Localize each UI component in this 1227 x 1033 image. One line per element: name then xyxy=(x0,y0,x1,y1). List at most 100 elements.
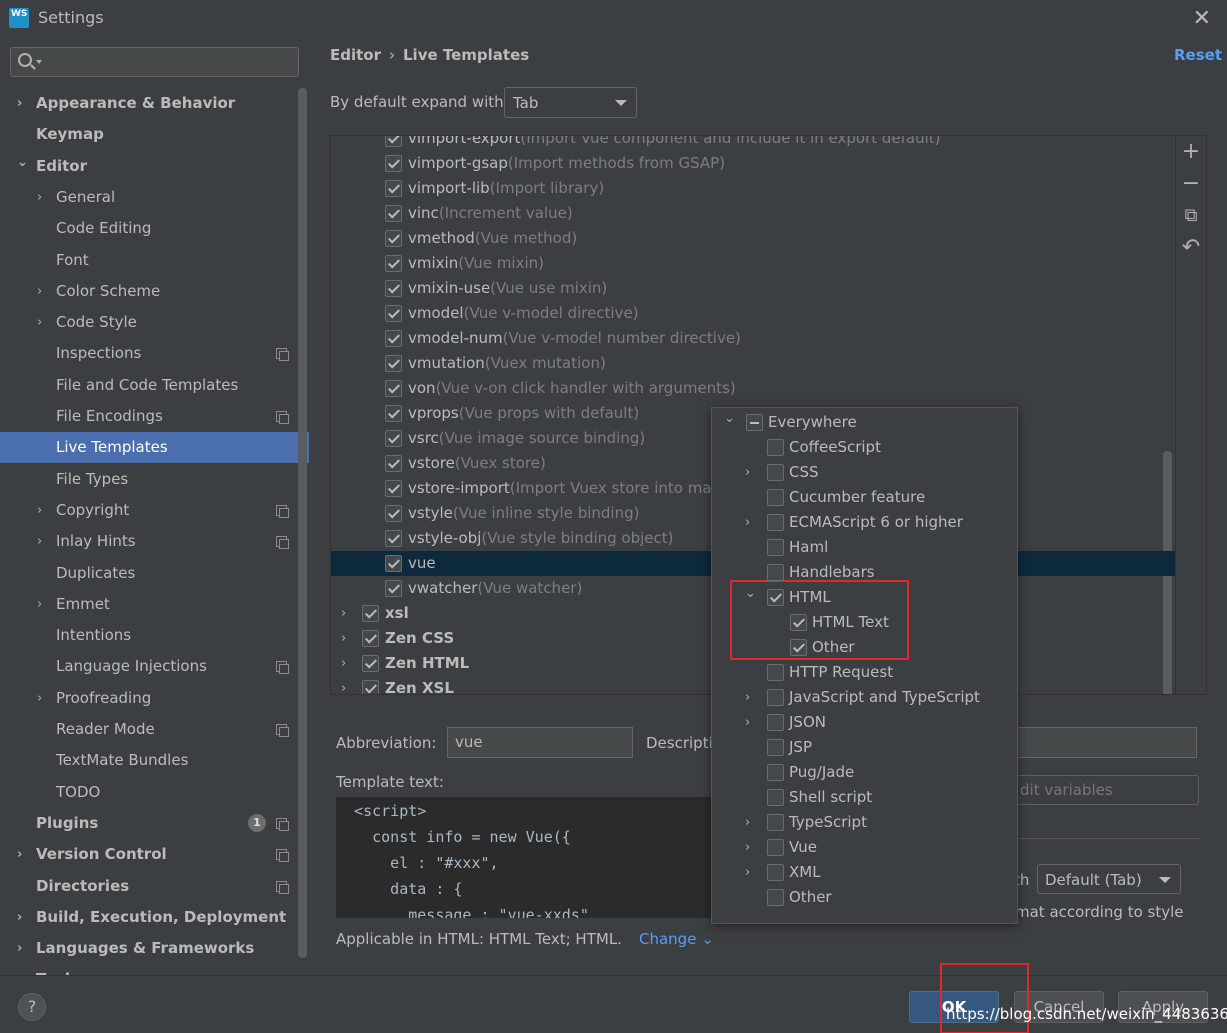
chevron-right-icon[interactable]: › xyxy=(37,307,49,338)
template-checkbox[interactable] xyxy=(385,430,402,447)
context-checkbox[interactable] xyxy=(767,689,784,706)
chevron-down-icon[interactable]: ⌄ xyxy=(17,147,29,178)
chevron-right-icon[interactable]: › xyxy=(17,933,29,964)
template-text-editor[interactable]: <script> const info = new Vue({ el : "#x… xyxy=(336,797,726,918)
context-checkbox[interactable] xyxy=(767,589,784,606)
template-row[interactable]: vinc(Increment value) xyxy=(331,201,1175,226)
context-checkbox[interactable] xyxy=(767,664,784,681)
context-checkbox[interactable] xyxy=(767,539,784,556)
template-checkbox[interactable] xyxy=(385,505,402,522)
context-item[interactable]: ⌄ HTML xyxy=(712,585,1017,610)
template-checkbox[interactable] xyxy=(362,630,379,647)
template-checkbox[interactable] xyxy=(385,230,402,247)
template-expand-select[interactable]: Default (Tab) xyxy=(1037,864,1181,894)
context-item[interactable]: Handlebars xyxy=(712,560,1017,585)
sidebar-item[interactable]: › Version Control xyxy=(0,839,309,870)
context-item[interactable]: Other xyxy=(712,635,1017,660)
sidebar-item[interactable]: › Copyright xyxy=(0,495,309,526)
change-context-link[interactable]: Change ⌄ xyxy=(639,930,714,948)
template-checkbox[interactable] xyxy=(385,205,402,222)
template-checkbox[interactable] xyxy=(385,330,402,347)
chevron-right-icon[interactable]: › xyxy=(37,495,49,526)
template-row[interactable]: vimport-gsap(Import methods from GSAP) xyxy=(331,151,1175,176)
context-item[interactable]: › Vue xyxy=(712,835,1017,860)
template-checkbox[interactable] xyxy=(385,180,402,197)
sidebar-scrollbar[interactable] xyxy=(298,88,307,958)
chevron-right-icon[interactable]: › xyxy=(341,676,353,694)
template-checkbox[interactable] xyxy=(362,680,379,694)
context-checkbox[interactable] xyxy=(767,714,784,731)
context-checkbox[interactable] xyxy=(767,514,784,531)
sidebar-item[interactable]: Code Editing xyxy=(0,213,309,244)
add-icon[interactable]: + xyxy=(1176,138,1206,168)
context-checkbox[interactable] xyxy=(767,489,784,506)
chevron-right-icon[interactable]: › xyxy=(17,902,29,933)
template-checkbox[interactable] xyxy=(385,355,402,372)
context-checkbox[interactable] xyxy=(790,639,807,656)
template-row[interactable]: vmodel-num(Vue v-model number directive) xyxy=(331,326,1175,351)
template-checkbox[interactable] xyxy=(385,555,402,572)
context-checkbox[interactable] xyxy=(767,814,784,831)
close-icon[interactable]: ✕ xyxy=(1193,6,1211,31)
sidebar-item[interactable]: › Emmet xyxy=(0,589,309,620)
chevron-down-icon[interactable]: ⌄ xyxy=(724,406,736,431)
chevron-right-icon[interactable]: › xyxy=(745,860,757,885)
sidebar-item[interactable]: › Proofreading xyxy=(0,683,309,714)
sidebar-item[interactable]: Live Templates xyxy=(0,432,309,464)
template-checkbox[interactable] xyxy=(385,280,402,297)
template-row[interactable]: vimport-lib(Import library) xyxy=(331,176,1175,201)
context-item[interactable]: › XML xyxy=(712,860,1017,885)
sidebar-item[interactable]: › Appearance & Behavior xyxy=(0,88,309,119)
chevron-right-icon[interactable]: › xyxy=(745,685,757,710)
template-row[interactable]: vmutation(Vuex mutation) xyxy=(331,351,1175,376)
sidebar-item[interactable]: Inspections xyxy=(0,338,309,369)
template-checkbox[interactable] xyxy=(385,305,402,322)
context-item[interactable]: CoffeeScript xyxy=(712,435,1017,460)
template-row[interactable]: von(Vue v-on click handler with argument… xyxy=(331,376,1175,401)
template-checkbox[interactable] xyxy=(385,155,402,172)
expand-with-select[interactable]: Tab xyxy=(504,87,637,118)
context-item[interactable]: HTML Text xyxy=(712,610,1017,635)
abbreviation-field[interactable]: vue xyxy=(447,727,633,758)
edit-variables-button[interactable]: dit variables xyxy=(1015,775,1199,805)
context-item[interactable]: Cucumber feature xyxy=(712,485,1017,510)
context-item[interactable]: Haml xyxy=(712,535,1017,560)
sidebar-item[interactable]: File Encodings xyxy=(0,401,309,432)
context-item[interactable]: HTTP Request xyxy=(712,660,1017,685)
context-checkbox[interactable] xyxy=(767,889,784,906)
reset-link[interactable]: Reset xyxy=(1174,46,1222,64)
context-checkbox[interactable] xyxy=(746,414,763,431)
chevron-right-icon[interactable]: › xyxy=(17,88,29,119)
search-history-dropdown-icon[interactable] xyxy=(36,60,42,64)
context-item[interactable]: Other xyxy=(712,885,1017,910)
context-checkbox[interactable] xyxy=(767,739,784,756)
chevron-right-icon[interactable]: › xyxy=(745,835,757,860)
sidebar-item[interactable]: Directories xyxy=(0,871,309,902)
sidebar-item[interactable]: › General xyxy=(0,182,309,213)
sidebar-item[interactable]: Plugins 1 xyxy=(0,808,309,839)
chevron-right-icon[interactable]: › xyxy=(745,710,757,735)
sidebar-item[interactable]: › Color Scheme xyxy=(0,276,309,307)
template-checkbox[interactable] xyxy=(385,405,402,422)
remove-icon[interactable]: − xyxy=(1176,170,1206,200)
template-row[interactable]: vmixin-use(Vue use mixin) xyxy=(331,276,1175,301)
context-checkbox[interactable] xyxy=(767,789,784,806)
sidebar-item[interactable]: Keymap xyxy=(0,119,309,150)
chevron-right-icon[interactable]: › xyxy=(745,460,757,485)
chevron-down-icon[interactable]: ⌄ xyxy=(745,581,757,606)
chevron-right-icon[interactable]: › xyxy=(37,526,49,557)
description-field[interactable] xyxy=(1015,727,1197,758)
context-checkbox[interactable] xyxy=(767,564,784,581)
context-item[interactable]: JSP xyxy=(712,735,1017,760)
chevron-right-icon[interactable]: › xyxy=(37,683,49,714)
chevron-right-icon[interactable]: › xyxy=(745,810,757,835)
context-checkbox[interactable] xyxy=(767,439,784,456)
sidebar-item[interactable]: › Code Style xyxy=(0,307,309,338)
restore-default-icon[interactable]: ↶ xyxy=(1176,234,1206,264)
context-checkbox[interactable] xyxy=(767,864,784,881)
sidebar-item[interactable]: Language Injections xyxy=(0,651,309,682)
chevron-right-icon[interactable]: › xyxy=(17,839,29,870)
context-item[interactable]: › JSON xyxy=(712,710,1017,735)
context-item[interactable]: ⌄ Everywhere xyxy=(712,410,1017,435)
copy-icon[interactable]: ⧉ xyxy=(1176,202,1206,232)
